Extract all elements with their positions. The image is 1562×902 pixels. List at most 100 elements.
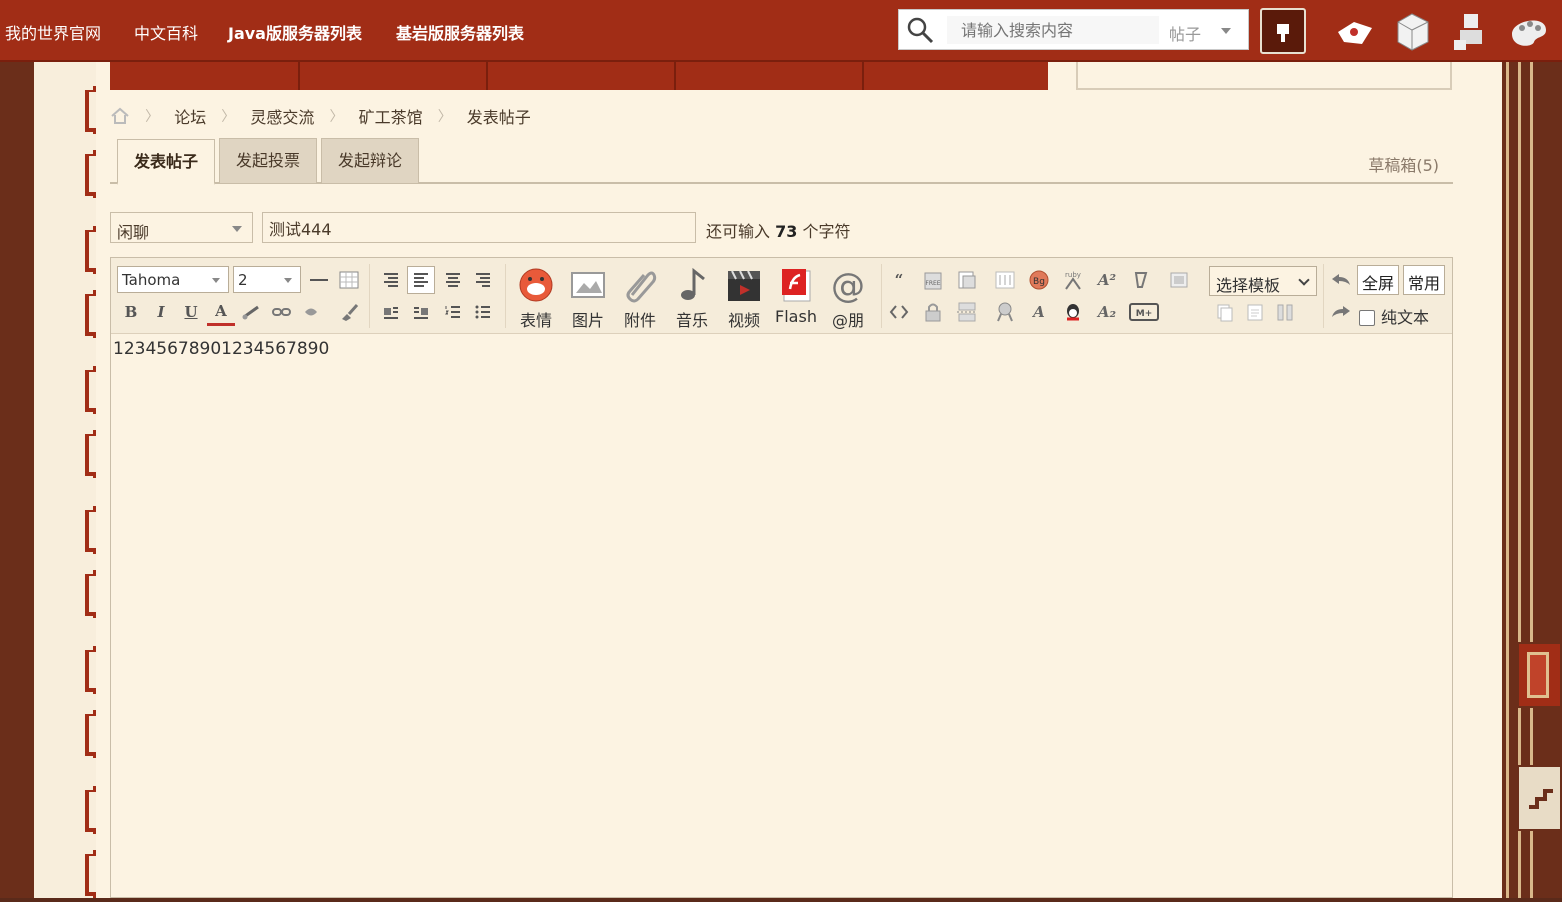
ruby-button[interactable]: ruby [1059, 266, 1087, 294]
back-to-top-button[interactable] [1517, 765, 1562, 831]
superscript-button[interactable]: A² [1093, 266, 1121, 294]
home-icon[interactable] [110, 107, 130, 125]
nav-link-wiki[interactable]: 中文百科 [134, 20, 198, 44]
align-left-button[interactable] [377, 266, 405, 294]
copy-button[interactable] [1211, 298, 1239, 326]
font-family-select[interactable]: Tahoma [117, 266, 229, 293]
font-size-value: 2 [238, 271, 248, 289]
attachment-button[interactable]: 附件 [615, 264, 665, 330]
nav-link-bedrock-servers[interactable]: 基岩版服务器列表 [396, 20, 524, 44]
float-right-button[interactable] [407, 298, 435, 326]
unordered-list-button[interactable] [469, 298, 497, 326]
user-button[interactable] [1448, 8, 1494, 54]
font-style-button[interactable]: A [1025, 298, 1053, 326]
emoji-button[interactable]: 表情 [511, 264, 561, 330]
qq-button[interactable] [1059, 298, 1087, 326]
nav-link-official[interactable]: 我的世界官网 [5, 20, 101, 44]
svg-text:M+: M+ [1136, 309, 1153, 319]
plain-text-toggle[interactable]: 纯文本 [1359, 304, 1429, 328]
breadcrumb-forum[interactable]: 论坛 [174, 104, 206, 128]
music-button[interactable]: 音乐 [667, 264, 717, 330]
bg-color-button[interactable]: Bg [1025, 266, 1053, 294]
redo-button[interactable] [1327, 298, 1355, 326]
pen-icon [1134, 272, 1148, 288]
message-button[interactable] [1332, 8, 1378, 54]
paste-button[interactable] [1241, 298, 1269, 326]
breadcrumb-inspiration[interactable]: 灵感交流 [250, 104, 314, 128]
paragraph-button[interactable] [1127, 266, 1155, 294]
float-left-button[interactable] [377, 298, 405, 326]
hide-button[interactable] [953, 266, 981, 294]
chevron-down-icon[interactable] [1221, 28, 1231, 34]
table-button[interactable] [335, 266, 363, 294]
video-button[interactable]: 视频 [719, 264, 769, 330]
block-icon [1277, 24, 1289, 42]
search-input[interactable] [947, 16, 1159, 44]
thread-title-input[interactable] [262, 212, 696, 243]
notice-button[interactable] [1390, 8, 1436, 54]
link-button[interactable] [237, 298, 265, 326]
search-type-select[interactable]: 帖子 [1169, 21, 1201, 45]
breadcrumb-separator: 〉 [221, 109, 236, 125]
top-navigation-bar: 我的世界官网 中文百科 Java版服务器列表 基岩版服务器列表 帖子 [0, 0, 1562, 62]
link-icon [242, 305, 259, 320]
editor-body[interactable]: 12345678901234567890 [111, 335, 1452, 897]
image-button[interactable]: 图片 [563, 264, 613, 330]
fullscreen-button[interactable]: 全屏 [1357, 265, 1400, 295]
flash-button[interactable]: Flash [771, 264, 821, 328]
remove-format-button[interactable] [297, 298, 325, 326]
tab-new-debate[interactable]: 发起辩论 [321, 138, 419, 184]
page-button[interactable] [1165, 266, 1193, 294]
breadcrumb-separator: 〉 [145, 109, 160, 125]
underline-button[interactable]: U [177, 298, 205, 326]
tab-new-thread[interactable]: 发表帖子 [117, 139, 215, 185]
mention-button[interactable]: @ @朋 [823, 264, 873, 330]
message-icon [1338, 22, 1372, 44]
theme-button[interactable] [1506, 8, 1552, 54]
align-center-button[interactable] [439, 266, 467, 294]
columns-button[interactable] [1271, 298, 1299, 326]
text-color-button[interactable]: A [207, 298, 235, 326]
dark-mode-button[interactable] [1260, 8, 1306, 54]
video-label: 视频 [727, 311, 760, 330]
free-button[interactable]: FREE [919, 266, 947, 294]
italic-button[interactable]: I [147, 298, 175, 326]
cube-icon [1397, 13, 1429, 51]
bold-button[interactable]: B [117, 298, 145, 326]
award-button[interactable] [991, 298, 1019, 326]
breadcrumb-teahouse[interactable]: 矿工茶馆 [359, 104, 423, 128]
header-banner [110, 62, 1048, 90]
index-icon [995, 271, 1015, 289]
font-family-value: Tahoma [122, 271, 181, 289]
lock-button[interactable] [919, 298, 947, 326]
align-right-button[interactable] [469, 266, 497, 294]
undo-icon [1332, 274, 1350, 285]
undo-button[interactable] [1327, 266, 1355, 294]
index-button[interactable] [991, 266, 1019, 294]
music-label: 音乐 [675, 311, 708, 330]
quote-button[interactable]: “ [885, 266, 913, 294]
drafts-link[interactable]: 草稿箱(5) [1368, 152, 1439, 176]
nav-link-java-servers[interactable]: Java版服务器列表 [228, 20, 362, 44]
search-icon[interactable] [905, 15, 935, 45]
template-select[interactable]: 选择模板 [1209, 266, 1317, 296]
char-remaining-count: 73 [775, 222, 798, 241]
ordered-list-button[interactable] [439, 298, 467, 326]
brush-button[interactable] [335, 298, 363, 326]
subscript-button[interactable]: A₂ [1093, 298, 1121, 326]
thread-type-select[interactable]: 闲聊 [110, 212, 253, 243]
common-button[interactable]: 常用 [1403, 265, 1446, 295]
page-break-button[interactable] [953, 298, 981, 326]
breadcrumb-separator: 〉 [329, 109, 344, 125]
tab-new-poll[interactable]: 发起投票 [219, 138, 317, 184]
side-float-button[interactable] [1517, 642, 1562, 708]
align-justify-button[interactable] [407, 266, 435, 294]
svg-text:@: @ [831, 267, 865, 303]
horizontal-rule-button[interactable] [305, 266, 333, 294]
free-icon: FREE [924, 272, 942, 290]
plain-text-checkbox[interactable] [1359, 310, 1375, 326]
markdown-button[interactable]: M+ [1127, 298, 1161, 326]
unlink-button[interactable] [267, 298, 295, 326]
code-button[interactable] [885, 298, 913, 326]
font-size-select[interactable]: 2 [233, 266, 301, 293]
